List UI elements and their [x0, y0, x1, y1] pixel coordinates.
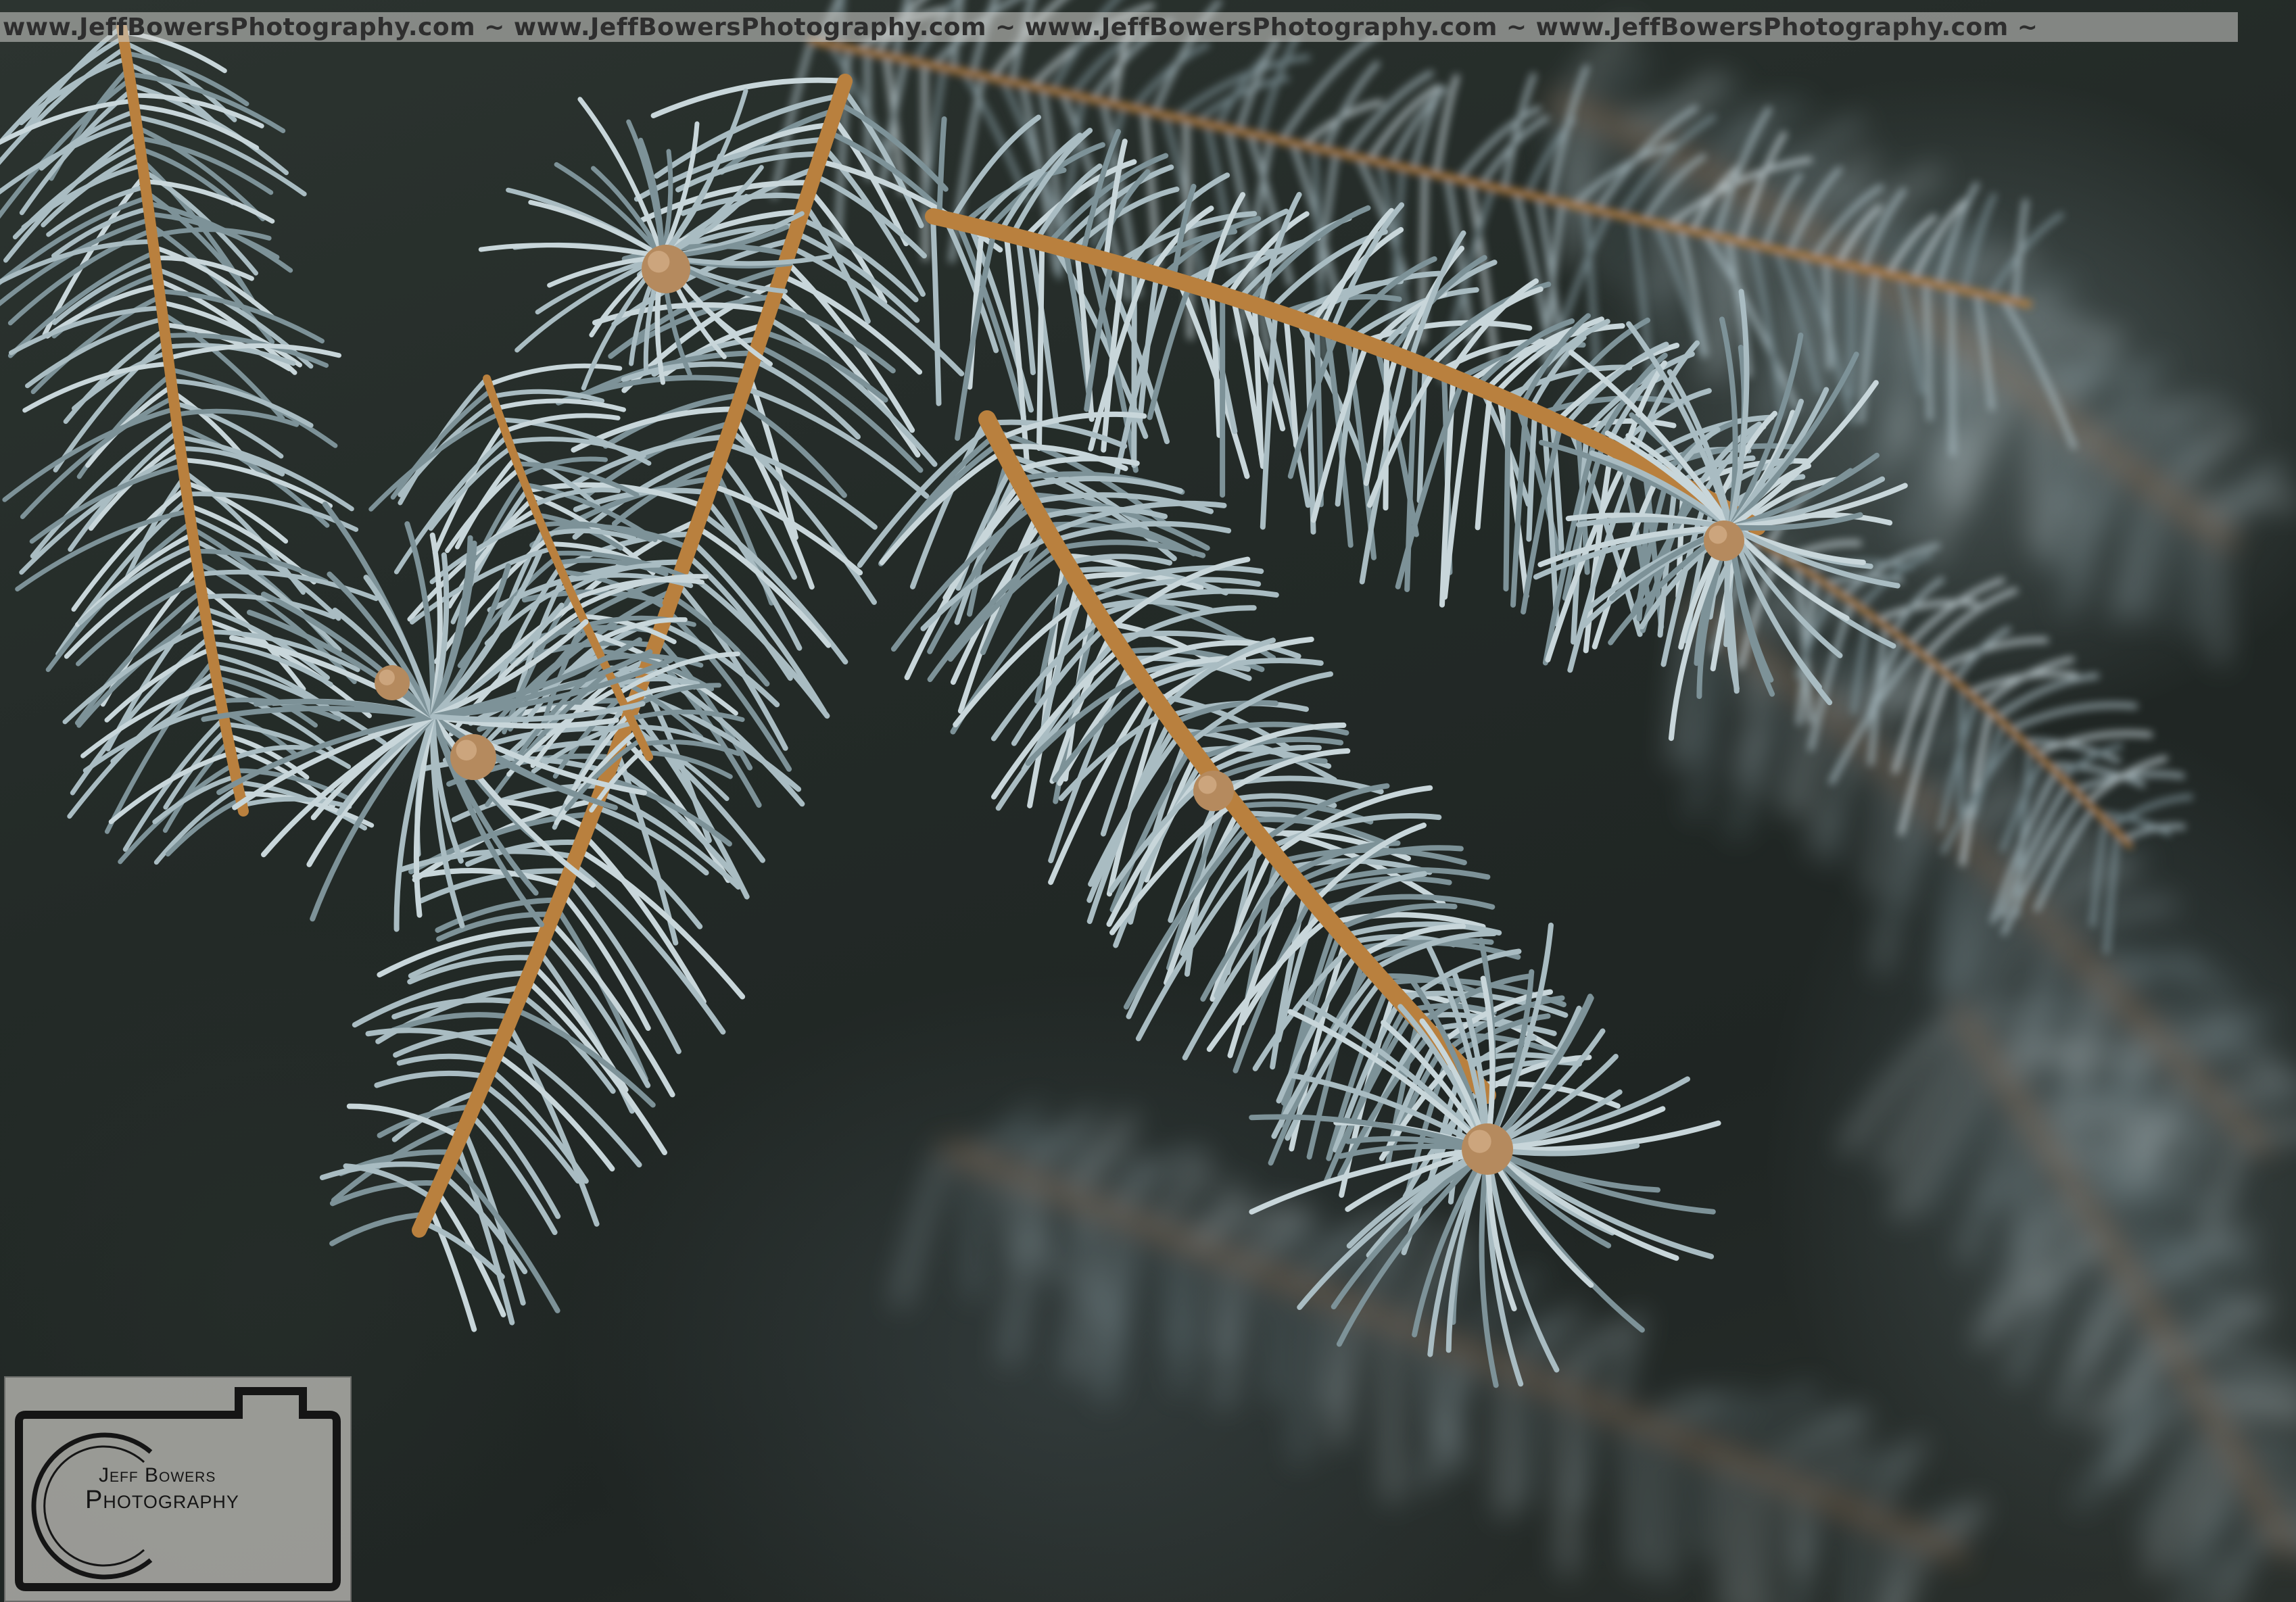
spruce-branch-photo — [0, 0, 2296, 1602]
logo-photography-text: Photography — [85, 1486, 239, 1514]
logo-name-text: Jeff Bowers — [99, 1464, 216, 1486]
photo: www.JeffBowersPhotography.com ~ www.Jeff… — [0, 0, 2296, 1602]
watermark-text: www.JeffBowersPhotography.com ~ www.Jeff… — [3, 13, 2038, 41]
watermark-banner: www.JeffBowersPhotography.com ~ www.Jeff… — [0, 12, 2238, 42]
photographer-logo: Jeff Bowers Photography — [4, 1376, 352, 1602]
